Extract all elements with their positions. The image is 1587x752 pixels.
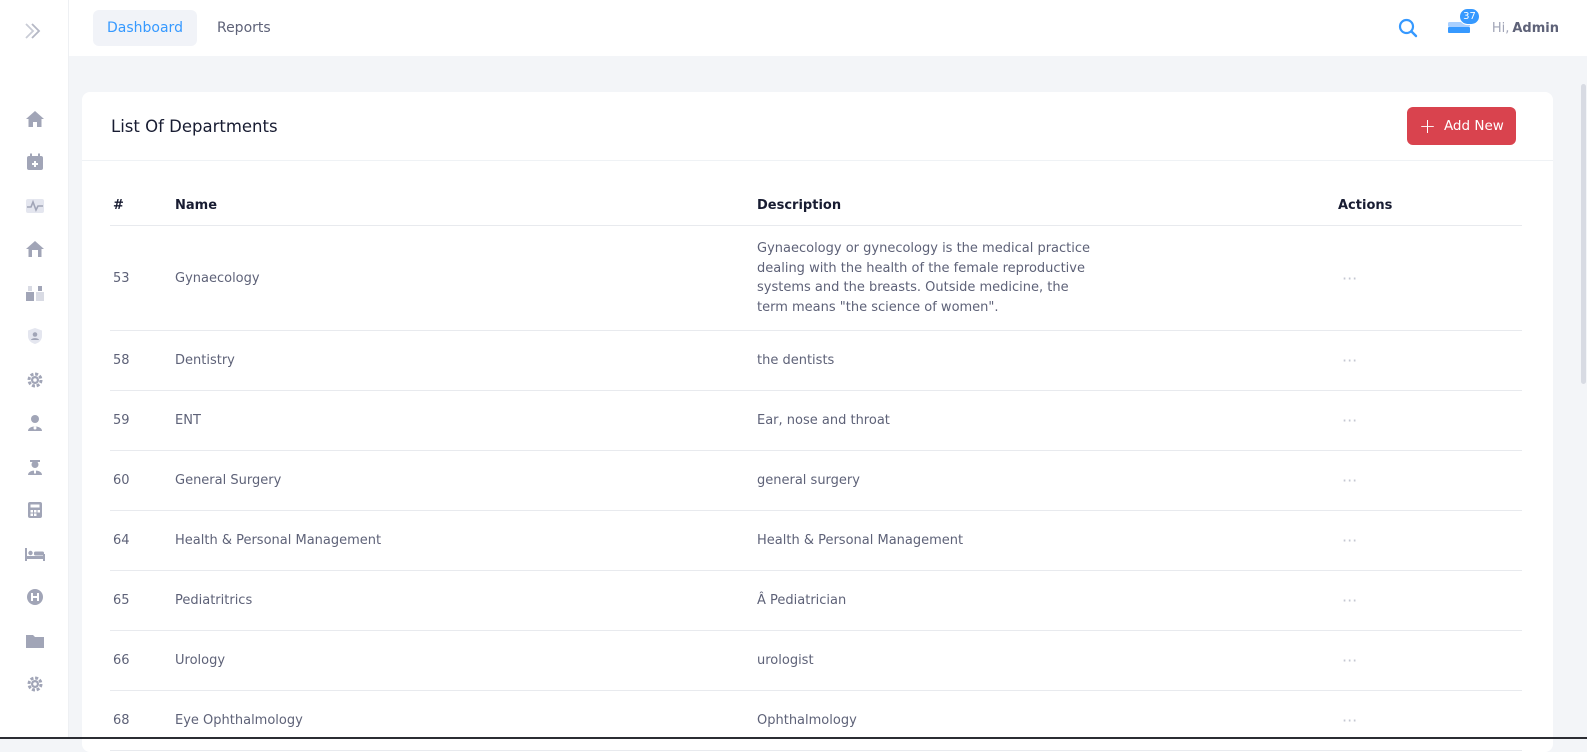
table-row: 64 Health & Personal Management Health &… bbox=[110, 511, 1522, 571]
row-actions: ··· bbox=[1338, 411, 1522, 430]
row-id: 65 bbox=[110, 593, 175, 608]
row-actions: ··· bbox=[1338, 269, 1522, 288]
sidebar-toggle-icon[interactable] bbox=[22, 20, 44, 42]
row-description: the dentists bbox=[757, 351, 1338, 371]
departments-card: List Of Departments + Add New # Name Des… bbox=[82, 92, 1553, 752]
row-description: general surgery bbox=[757, 471, 1338, 491]
sidebar bbox=[0, 0, 69, 739]
sidebar-boxes-icon[interactable] bbox=[0, 271, 69, 315]
plus-icon: + bbox=[1419, 116, 1436, 136]
row-actions: ··· bbox=[1338, 591, 1522, 610]
row-name: Urology bbox=[175, 653, 757, 668]
header-name: Name bbox=[175, 198, 757, 213]
departments-table: # Name Description Actions 53 Gynaecolog… bbox=[110, 184, 1522, 751]
table-row: 58 Dentistry the dentists ··· bbox=[110, 331, 1522, 391]
page-scrollbar[interactable] bbox=[1580, 56, 1587, 739]
row-description: urologist bbox=[757, 651, 1338, 671]
search-icon[interactable] bbox=[1396, 16, 1420, 40]
row-description: Health & Personal Management bbox=[757, 531, 1338, 551]
sidebar-gear-icon[interactable] bbox=[0, 358, 69, 402]
sidebar-calendar-plus-icon[interactable] bbox=[0, 141, 69, 185]
row-name: Eye Ophthalmology bbox=[175, 713, 757, 728]
row-id: 53 bbox=[110, 271, 175, 286]
row-description: Ophthalmology bbox=[757, 711, 1338, 731]
row-actions-menu-icon[interactable]: ··· bbox=[1338, 531, 1357, 550]
greeting-text: Hi, bbox=[1492, 21, 1510, 36]
row-actions: ··· bbox=[1338, 651, 1522, 670]
table-row: 59 ENT Ear, nose and throat ··· bbox=[110, 391, 1522, 451]
row-actions: ··· bbox=[1338, 531, 1522, 550]
row-name: Dentistry bbox=[175, 353, 757, 368]
notification-button[interactable]: 37 bbox=[1446, 16, 1474, 40]
sidebar-shield-user-icon[interactable] bbox=[0, 315, 69, 359]
row-id: 59 bbox=[110, 413, 175, 428]
add-new-button[interactable]: + Add New bbox=[1407, 107, 1516, 145]
row-actions-menu-icon[interactable]: ··· bbox=[1338, 651, 1357, 670]
header-description: Description bbox=[757, 198, 1338, 213]
row-id: 58 bbox=[110, 353, 175, 368]
sidebar-nurse-icon[interactable] bbox=[0, 445, 69, 489]
row-id: 64 bbox=[110, 533, 175, 548]
row-actions-menu-icon[interactable]: ··· bbox=[1338, 591, 1357, 610]
header-num: # bbox=[110, 198, 175, 213]
row-actions: ··· bbox=[1338, 351, 1522, 370]
row-name: General Surgery bbox=[175, 473, 757, 488]
page-title: List Of Departments bbox=[111, 117, 278, 136]
tab-reports[interactable]: Reports bbox=[203, 10, 285, 46]
sidebar-house-medical-icon[interactable] bbox=[0, 228, 69, 272]
row-name: Pediatritrics bbox=[175, 593, 757, 608]
row-name: Gynaecology bbox=[175, 271, 757, 286]
tab-dashboard[interactable]: Dashboard bbox=[93, 10, 197, 46]
table-header: # Name Description Actions bbox=[110, 184, 1522, 226]
sidebar-calculator-icon[interactable] bbox=[0, 489, 69, 533]
row-name: Health & Personal Management bbox=[175, 533, 757, 548]
sidebar-home-icon[interactable] bbox=[0, 97, 69, 141]
sidebar-doctor-icon[interactable] bbox=[0, 402, 69, 446]
table-row: 65 Pediatritrics Â Pediatrician ··· bbox=[110, 571, 1522, 631]
row-actions-menu-icon[interactable]: ··· bbox=[1338, 711, 1357, 730]
sidebar-folder-icon[interactable] bbox=[0, 619, 69, 663]
row-actions-menu-icon[interactable]: ··· bbox=[1338, 411, 1357, 430]
row-actions: ··· bbox=[1338, 711, 1522, 730]
table-row: 66 Urology urologist ··· bbox=[110, 631, 1522, 691]
sidebar-settings-icon[interactable] bbox=[0, 663, 69, 707]
row-actions-menu-icon[interactable]: ··· bbox=[1338, 471, 1357, 490]
notification-badge: 37 bbox=[1459, 8, 1480, 25]
top-bar: Dashboard Reports 37 Hi,Admin bbox=[69, 0, 1587, 56]
row-description-text: Gynaecology or gynecology is the medical… bbox=[757, 239, 1097, 317]
add-new-label: Add New bbox=[1444, 118, 1504, 134]
row-id: 68 bbox=[110, 713, 175, 728]
row-id: 66 bbox=[110, 653, 175, 668]
sidebar-heartbeat-icon[interactable] bbox=[0, 184, 69, 228]
row-actions: ··· bbox=[1338, 471, 1522, 490]
card-header: List Of Departments + Add New bbox=[82, 92, 1553, 161]
sidebar-bed-icon[interactable] bbox=[0, 532, 69, 576]
table-row: 60 General Surgery general surgery ··· bbox=[110, 451, 1522, 511]
row-actions-menu-icon[interactable]: ··· bbox=[1338, 269, 1357, 288]
table-row: 68 Eye Ophthalmology Ophthalmology ··· bbox=[110, 691, 1522, 751]
row-description: Ear, nose and throat bbox=[757, 411, 1338, 431]
table-row: 53 Gynaecology Gynaecology or gynecology… bbox=[110, 226, 1522, 331]
row-description: Gynaecology or gynecology is the medical… bbox=[757, 239, 1338, 317]
user-name: Admin bbox=[1512, 21, 1559, 36]
user-menu[interactable]: Hi,Admin bbox=[1492, 21, 1559, 36]
row-id: 60 bbox=[110, 473, 175, 488]
header-actions: Actions bbox=[1338, 198, 1522, 213]
row-name: ENT bbox=[175, 413, 757, 428]
scrollbar-thumb[interactable] bbox=[1581, 84, 1586, 384]
row-description: Â Pediatrician bbox=[757, 591, 1338, 611]
row-actions-menu-icon[interactable]: ··· bbox=[1338, 351, 1357, 370]
sidebar-hospital-h-icon[interactable] bbox=[0, 576, 69, 620]
